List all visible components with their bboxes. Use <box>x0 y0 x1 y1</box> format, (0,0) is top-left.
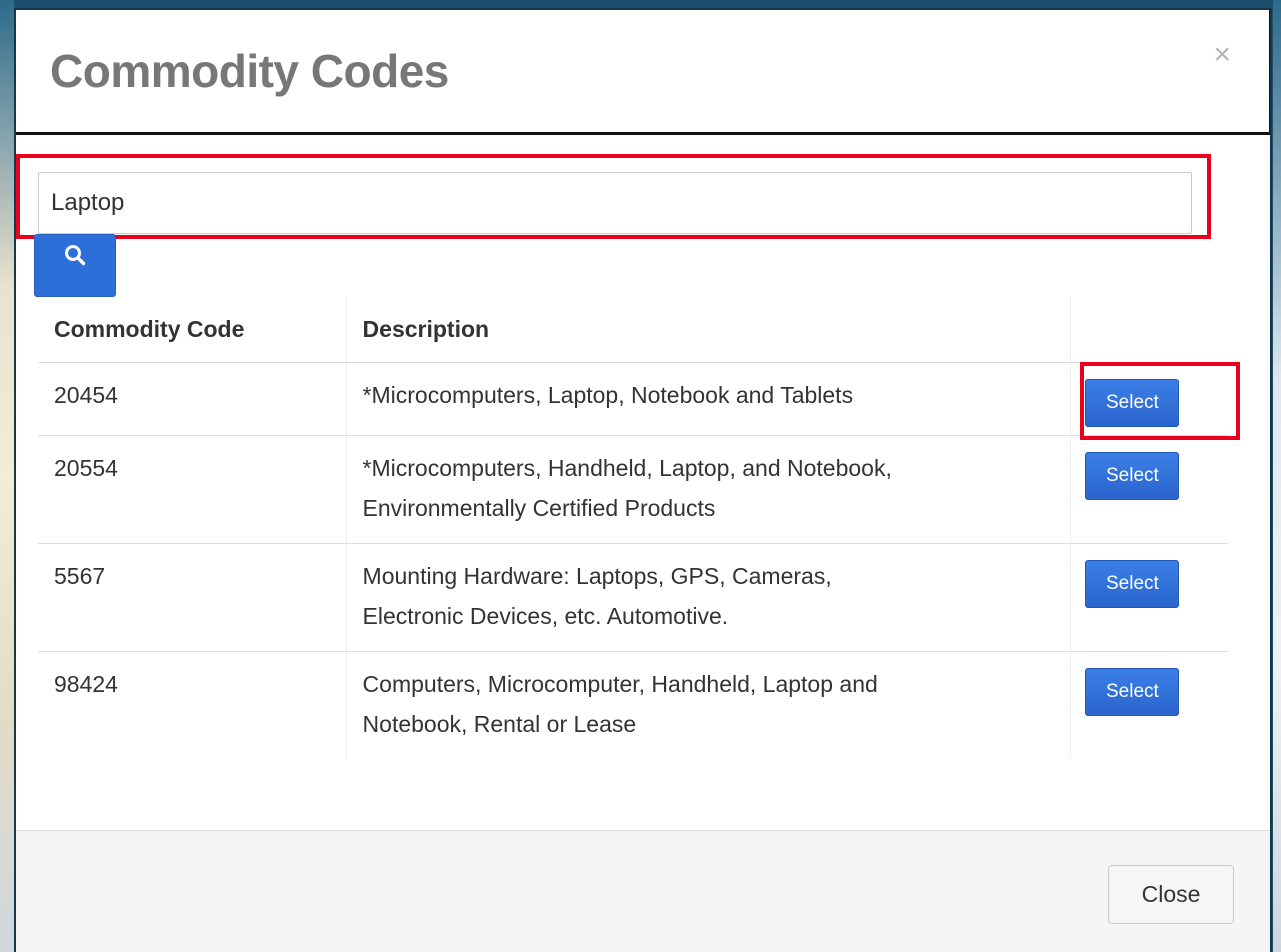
close-button[interactable]: Close <box>1108 865 1234 924</box>
header-action <box>1070 296 1228 363</box>
cell-description: Computers, Microcomputer, Handheld, Lapt… <box>346 651 1072 759</box>
modal-header: Commodity Codes × <box>16 10 1270 135</box>
search-input[interactable] <box>38 172 1192 234</box>
commodity-codes-modal: Commodity Codes × Commodity Code Descrip… <box>14 8 1272 952</box>
description-line: Notebook, Rental or Lease <box>362 711 637 737</box>
page-backdrop-left <box>0 0 14 952</box>
cell-description: *Microcomputers, Laptop, Notebook and Ta… <box>346 362 1072 436</box>
cell-code: 98424 <box>38 651 347 759</box>
cell-action: Select <box>1071 652 1228 760</box>
cell-code: 20554 <box>38 435 347 544</box>
search-icon <box>65 245 86 266</box>
cell-description: *Microcomputers, Handheld, Laptop, and N… <box>346 435 1072 544</box>
description-line: Environmentally Certified Products <box>362 495 716 521</box>
header-commodity-code: Commodity Code <box>38 296 347 363</box>
cell-code: 5567 <box>38 543 347 652</box>
description-line: Electronic Devices, etc. Automotive. <box>362 603 729 629</box>
cell-code: 20454 <box>38 362 347 436</box>
close-icon[interactable]: × <box>1213 40 1231 70</box>
page-backdrop-right <box>1273 0 1281 952</box>
table-header-row: Commodity Code Description <box>38 296 1228 363</box>
search-button[interactable] <box>34 234 116 297</box>
cell-action: Select <box>1070 543 1228 652</box>
modal-footer: Close <box>16 830 1270 952</box>
results-table: Commodity Code Description 20454 *Microc… <box>38 296 1228 759</box>
description-line: *Microcomputers, Laptop, Notebook and Ta… <box>362 382 854 408</box>
cell-action: Select <box>1070 435 1228 544</box>
select-button[interactable]: Select <box>1085 668 1180 716</box>
modal-title: Commodity Codes <box>50 45 449 97</box>
description-line: Mounting Hardware: Laptops, GPS, Cameras… <box>362 563 832 589</box>
header-description: Description <box>346 296 1072 363</box>
table-row: 20454 *Microcomputers, Laptop, Notebook … <box>38 362 1228 436</box>
description-line: *Microcomputers, Handheld, Laptop, and N… <box>362 455 892 481</box>
table-row: 20554 *Microcomputers, Handheld, Laptop,… <box>38 435 1228 544</box>
description-line: Computers, Microcomputer, Handheld, Lapt… <box>362 671 878 697</box>
cell-description: Mounting Hardware: Laptops, GPS, Cameras… <box>346 543 1072 652</box>
table-row: 5567 Mounting Hardware: Laptops, GPS, Ca… <box>38 543 1228 652</box>
select-button[interactable]: Select <box>1085 452 1180 500</box>
select-button[interactable]: Select <box>1085 560 1180 608</box>
table-row: 98424 Computers, Microcomputer, Handheld… <box>38 651 1228 760</box>
select-button-highlight <box>1080 362 1240 440</box>
